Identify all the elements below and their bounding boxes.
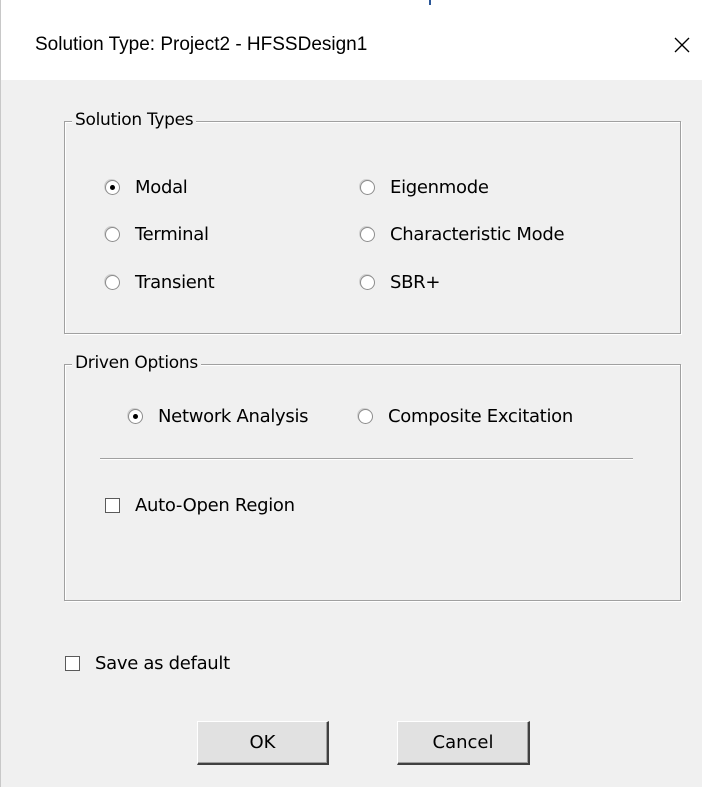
driven-options-group: Driven Options Network Analysis Composit…	[64, 353, 681, 601]
radio-characteristic-mode[interactable]: Characteristic Mode	[360, 224, 565, 245]
cancel-button[interactable]: Cancel	[397, 721, 530, 765]
radio-terminal-indicator[interactable]	[105, 227, 120, 242]
close-button[interactable]	[667, 30, 697, 60]
radio-modal-label: Modal	[135, 177, 188, 198]
driven-options-legend: Driven Options	[72, 353, 201, 373]
title-bar[interactable]: Solution Type: Project2 - HFSSDesign1	[1, 5, 702, 80]
radio-network-analysis-indicator[interactable]	[128, 409, 143, 424]
checkbox-save-as-default-label: Save as default	[95, 653, 230, 674]
driven-options-separator	[100, 458, 633, 460]
solution-types-group: Solution Types Modal Terminal Transient …	[64, 110, 681, 334]
radio-modal[interactable]: Modal	[105, 177, 188, 198]
radio-eigenmode-label: Eigenmode	[390, 177, 489, 198]
ok-button[interactable]: OK	[197, 721, 329, 765]
checkbox-save-as-default[interactable]: Save as default	[65, 653, 230, 674]
radio-sbr-plus[interactable]: SBR+	[360, 272, 440, 293]
radio-characteristic-mode-indicator[interactable]	[360, 227, 375, 242]
radio-composite-excitation-indicator[interactable]	[358, 409, 373, 424]
radio-terminal[interactable]: Terminal	[105, 224, 209, 245]
radio-transient[interactable]: Transient	[105, 272, 215, 293]
radio-transient-indicator[interactable]	[105, 275, 120, 290]
dialog-client-area: Solution Types Modal Terminal Transient …	[1, 80, 702, 787]
radio-eigenmode-indicator[interactable]	[360, 180, 375, 195]
radio-modal-indicator[interactable]	[105, 180, 120, 195]
checkbox-save-as-default-box[interactable]	[65, 656, 80, 671]
radio-composite-excitation[interactable]: Composite Excitation	[358, 406, 573, 427]
radio-sbr-plus-indicator[interactable]	[360, 275, 375, 290]
radio-terminal-label: Terminal	[135, 224, 209, 245]
radio-network-analysis[interactable]: Network Analysis	[128, 406, 309, 427]
window-title: Solution Type: Project2 - HFSSDesign1	[35, 34, 368, 55]
close-icon	[674, 37, 690, 53]
radio-network-analysis-label: Network Analysis	[158, 406, 309, 427]
checkbox-auto-open-region-label: Auto-Open Region	[135, 495, 295, 516]
solution-types-legend: Solution Types	[72, 110, 197, 130]
radio-transient-label: Transient	[135, 272, 215, 293]
radio-sbr-plus-label: SBR+	[390, 272, 441, 293]
radio-characteristic-mode-label: Characteristic Mode	[390, 224, 565, 245]
radio-composite-excitation-label: Composite Excitation	[388, 406, 573, 427]
checkbox-auto-open-region[interactable]: Auto-Open Region	[105, 495, 295, 516]
radio-eigenmode[interactable]: Eigenmode	[360, 177, 489, 198]
checkbox-auto-open-region-box[interactable]	[105, 498, 120, 513]
